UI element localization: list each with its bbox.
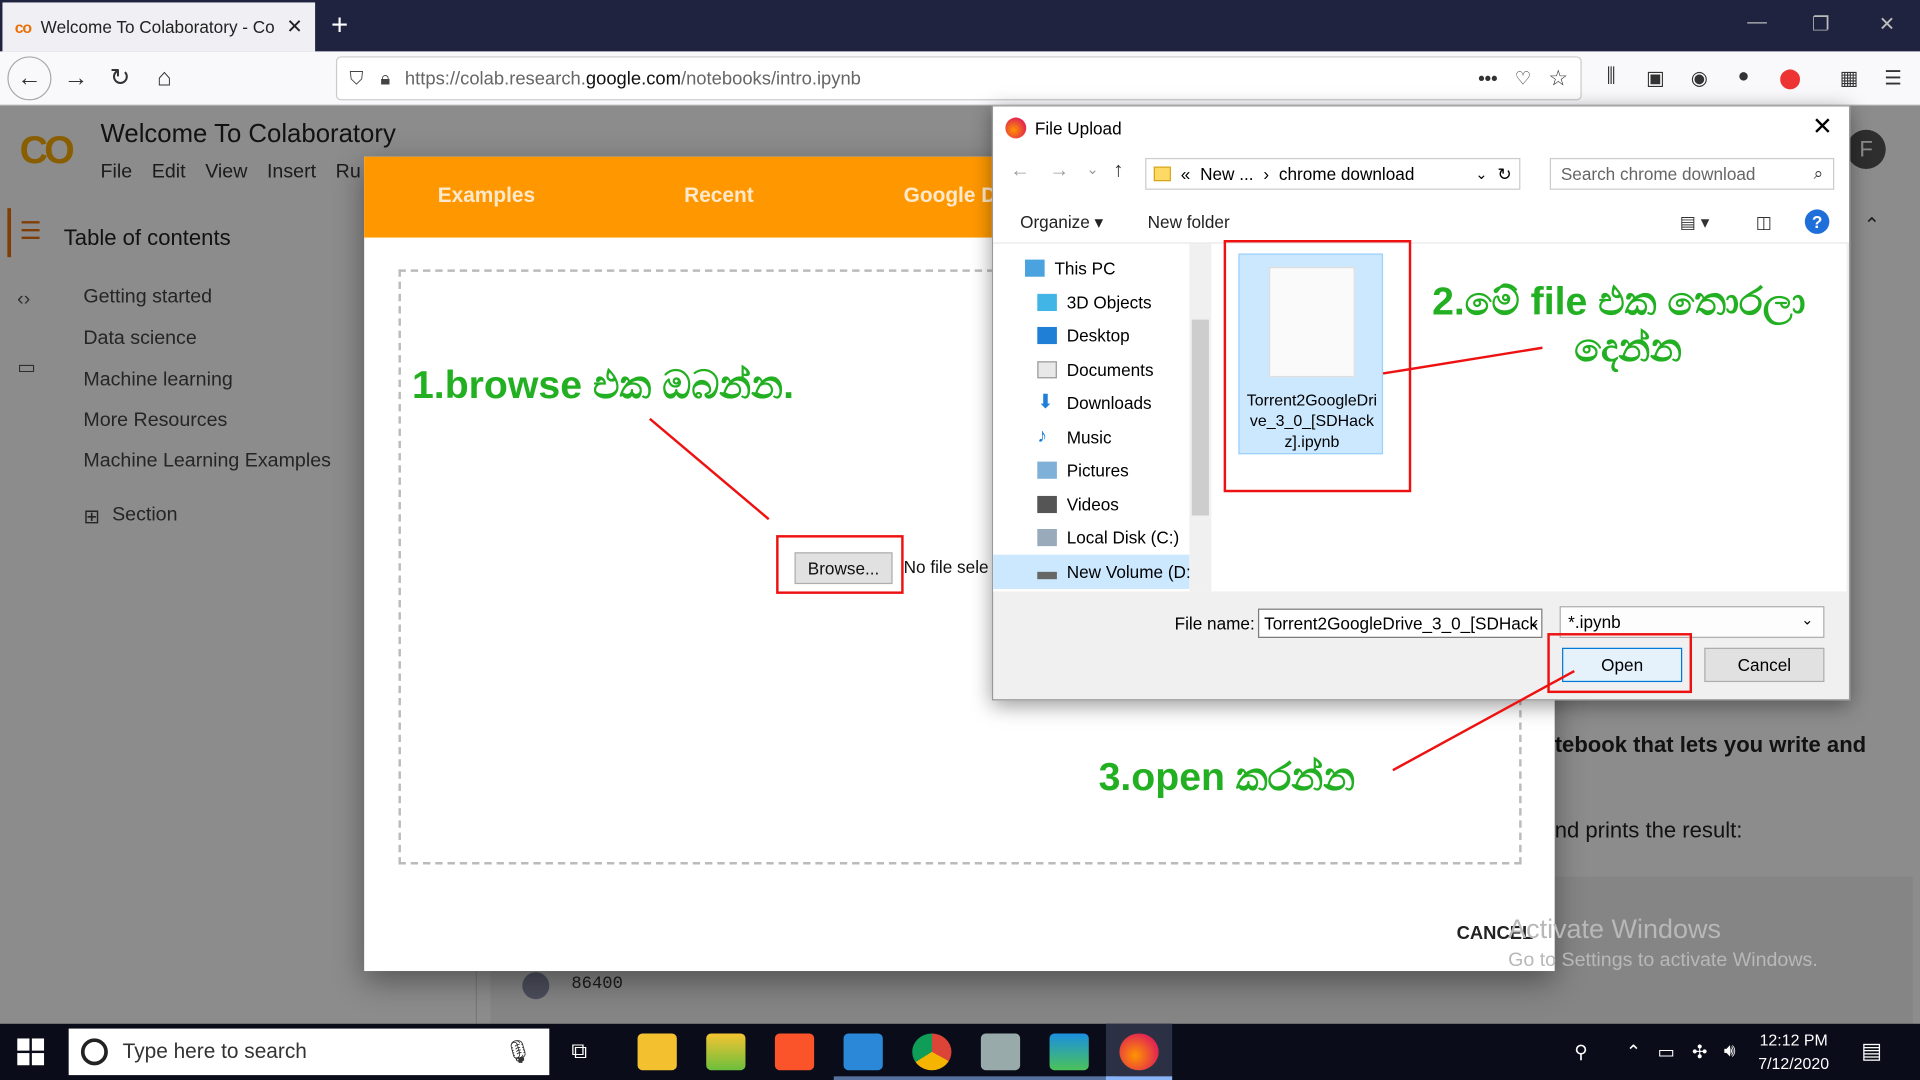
battery-icon[interactable]: ▭ bbox=[1658, 1041, 1675, 1063]
annotation-step-1: 1.browse එක ඔබන්න. bbox=[411, 362, 795, 407]
arrow-line-3 bbox=[1392, 669, 1575, 772]
people-icon[interactable]: ⚲ bbox=[1574, 1041, 1587, 1063]
annotation-step-2-line-1: 2.මේ file එක තොරලා bbox=[1432, 279, 1806, 324]
volume-icon[interactable]: 🔊︎ bbox=[1724, 1041, 1736, 1062]
taskbar-search-placeholder: Type here to search bbox=[122, 1039, 307, 1063]
activate-windows-title: Activate Windows bbox=[1508, 913, 1721, 945]
annotation-step-3: 3.open කරන්න bbox=[1098, 754, 1356, 799]
app-stack-icon[interactable] bbox=[706, 1033, 746, 1071]
cortana-icon bbox=[80, 1038, 108, 1066]
control-panel-icon[interactable] bbox=[843, 1033, 883, 1071]
clock-date: 7/12/2020 bbox=[1758, 1054, 1830, 1073]
clock-time: 12:12 PM bbox=[1759, 1031, 1828, 1050]
remote-app-icon[interactable] bbox=[980, 1033, 1021, 1071]
brave-browser-icon[interactable] bbox=[774, 1033, 815, 1071]
annotation-step-2-line-2: දෙන්න bbox=[1574, 325, 1683, 370]
notifications-icon[interactable]: ▤ bbox=[1861, 1038, 1882, 1064]
file-explorer-icon[interactable] bbox=[637, 1033, 677, 1071]
firefox-icon[interactable] bbox=[1119, 1033, 1159, 1071]
task-view-icon[interactable]: ⧉ bbox=[571, 1038, 587, 1064]
taskbar-clock[interactable]: 12:12 PM 7/12/2020 bbox=[1758, 1029, 1829, 1076]
windows-start-icon[interactable] bbox=[17, 1038, 45, 1066]
chrome-icon[interactable] bbox=[912, 1033, 952, 1071]
arrow-line-1 bbox=[649, 417, 770, 521]
show-hidden-icons-icon[interactable]: ⌃ bbox=[1626, 1041, 1641, 1063]
running-apps-indicator bbox=[833, 1076, 1119, 1080]
windows-taskbar: Type here to search 🎙︎ ⧉ ⚲ ⌃ ▭ ✣ 🔊︎ 12:1… bbox=[0, 1023, 1920, 1080]
taskbar-search-box[interactable]: Type here to search 🎙︎ bbox=[68, 1028, 550, 1076]
microphone-icon[interactable]: 🎙︎ bbox=[504, 1039, 532, 1065]
network-icon[interactable]: ✣ bbox=[1692, 1041, 1707, 1063]
network-app-icon[interactable] bbox=[1049, 1033, 1089, 1071]
activate-windows-subtitle: Go to Settings to activate Windows. bbox=[1508, 950, 1818, 972]
arrow-line-2 bbox=[1382, 346, 1543, 375]
